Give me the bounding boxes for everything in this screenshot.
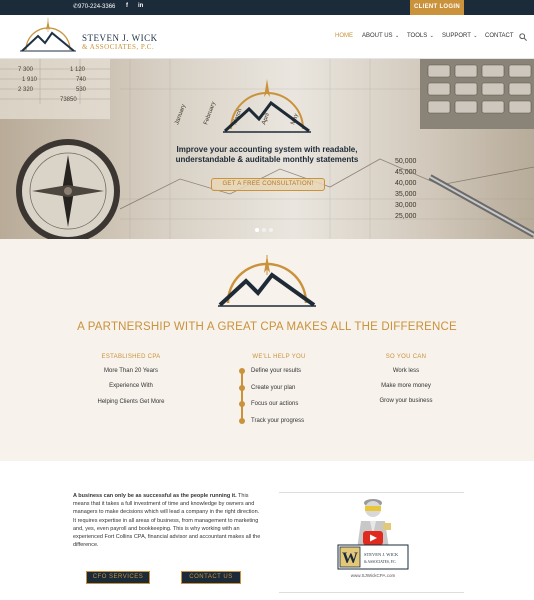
step-item: Focus our actions [251, 401, 299, 407]
step-dot [239, 401, 245, 407]
brand-name: STEVEN J. WICK [364, 552, 399, 557]
free-consultation-button[interactable]: GET A FREE CONSULTATION! [211, 178, 325, 191]
phone-text: 970-224-3366 [78, 4, 116, 10]
month-label: January [174, 104, 187, 126]
column-item: Helping Clients Get More [97, 399, 165, 405]
ledger-number: 740 [76, 77, 87, 83]
nav-support-label: SUPPORT [442, 33, 471, 39]
compass-logo-icon [20, 18, 76, 52]
logo-subtitle: & ASSOCIATES, P.C. [82, 43, 155, 51]
axis-number: 25,000 [395, 213, 417, 220]
nav-contact[interactable]: CONTACT [485, 33, 514, 39]
nav-about-us-label: ABOUT US [362, 33, 393, 39]
about-section: A business can only be as successful as … [0, 461, 534, 600]
about-paragraph: A business can only be as successful as … [73, 492, 261, 549]
steps-timeline-line [241, 370, 243, 420]
column-title: ESTABLISHED CPA [101, 354, 161, 360]
nav-tools[interactable]: TOOLS ⌄ [407, 33, 434, 39]
slider-dot-1[interactable] [255, 228, 259, 232]
nav-home[interactable]: HOME [335, 33, 353, 39]
video-thumbnail[interactable]: W STEVEN J. WICK & ASSOCIATES, P.C. [337, 493, 409, 577]
facebook-icon[interactable]: f [126, 3, 128, 9]
divider [279, 592, 464, 593]
nav-tools-label: TOOLS [407, 33, 428, 39]
hero-compass-logo-icon [223, 79, 311, 133]
search-icon[interactable] [519, 33, 527, 41]
client-login-button[interactable]: CLIENT LOGIN [410, 0, 464, 15]
hero-heading: Improve your accounting system with read… [175, 145, 359, 164]
video-thumbnail-image: W STEVEN J. WICK & ASSOCIATES, P.C. [337, 499, 409, 570]
ledger-number: 2 320 [18, 87, 34, 93]
column-item: More Than 20 Years [104, 368, 158, 374]
column-title: WE'LL HELP YOU [252, 354, 306, 360]
hero-slider: 7 300 1 120 1 910 740 2 320 530 73850 50… [0, 59, 534, 239]
partnership-section: A PARTNERSHIP WITH A GREAT CPA MAKES ALL… [0, 239, 534, 461]
site-header: STEVEN J. WICK & ASSOCIATES, P.C. HOME A… [0, 15, 534, 59]
linkedin-icon[interactable]: in [138, 3, 143, 9]
top-bar: ✆970-224-3366 f in CLIENT LOGIN [0, 0, 534, 15]
column-item: Work less [392, 368, 420, 374]
brand-monogram: W [342, 550, 358, 567]
site-logo[interactable]: STEVEN J. WICK & ASSOCIATES, P.C. [18, 18, 163, 58]
column-title: SO YOU CAN [385, 354, 427, 360]
about-body: This means that it takes a full investme… [73, 493, 261, 549]
partnership-title: A PARTNERSHIP WITH A GREAT CPA MAKES ALL… [77, 321, 457, 333]
axis-number: 50,000 [395, 158, 417, 165]
step-item: Track your progress [251, 418, 305, 424]
axis-number: 40,000 [395, 180, 417, 187]
nav-about-us[interactable]: ABOUT US ⌄ [362, 33, 399, 39]
logo-name: STEVEN J. WICK [82, 33, 158, 43]
ledger-number: 7 300 [18, 67, 34, 73]
column-item: Make more money [381, 383, 431, 389]
about-lead: A business can only be as successful as … [73, 493, 237, 499]
chevron-down-icon: ⌄ [471, 33, 478, 39]
ledger-number: 530 [76, 87, 87, 93]
ledger-number: 1 120 [70, 67, 86, 73]
axis-number: 35,000 [395, 191, 417, 198]
column-item: Experience With [109, 383, 153, 389]
chevron-down-icon: ⌄ [393, 33, 400, 39]
ledger-number: 1 910 [22, 77, 38, 83]
compass-logo-icon [218, 255, 316, 307]
video-caption: www.SJWickCPA.com [350, 573, 396, 578]
month-label: February [203, 101, 217, 126]
slider-dot-3[interactable] [269, 228, 273, 232]
chevron-down-icon: ⌄ [428, 33, 434, 39]
axis-number: 30,000 [395, 202, 417, 209]
step-item: Define your results [251, 368, 302, 374]
step-dot [239, 418, 245, 424]
cfo-services-button[interactable]: CFO SERVICES [86, 571, 150, 584]
step-item: Create your plan [251, 385, 296, 391]
contact-us-button[interactable]: CONTACT US [181, 571, 241, 584]
ledger-number: 73850 [60, 97, 77, 103]
phone-number[interactable]: ✆970-224-3366 [73, 3, 115, 10]
step-dot [239, 385, 245, 391]
column-item: Grow your business [379, 398, 433, 404]
nav-support[interactable]: SUPPORT ⌄ [442, 33, 478, 39]
step-dot [239, 368, 245, 374]
slider-dot-2[interactable] [262, 228, 266, 232]
